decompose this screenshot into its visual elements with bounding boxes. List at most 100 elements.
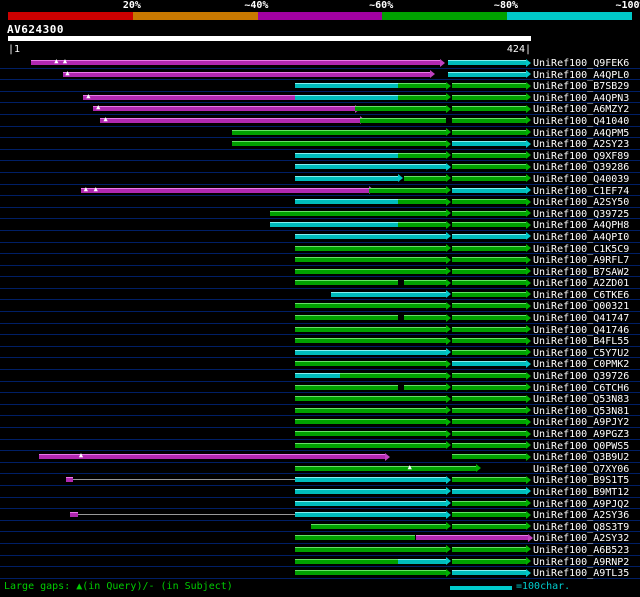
hit-label[interactable]: UniRef100_Q39726 xyxy=(533,371,629,382)
alignment-bar-segment[interactable] xyxy=(368,187,447,193)
alignment-bar-segment[interactable] xyxy=(398,222,447,228)
alignment-bar-segment[interactable] xyxy=(398,199,447,205)
hit-label[interactable]: UniRef100_A9RNP2 xyxy=(533,557,629,568)
hit-label[interactable]: UniRef100_A9TL35 xyxy=(533,568,629,579)
alignment-bar-segment[interactable] xyxy=(294,512,447,518)
alignment-bar-segment[interactable] xyxy=(452,454,527,460)
hit-label[interactable]: UniRef100_C1K5C9 xyxy=(533,244,629,255)
alignment-bar-segment[interactable] xyxy=(92,106,356,112)
alignment-bar-segment[interactable] xyxy=(452,175,527,181)
alignment-bar-segment[interactable] xyxy=(452,512,527,518)
hit-label[interactable]: UniRef100_Q00321 xyxy=(533,301,629,312)
alignment-bar-segment[interactable] xyxy=(452,546,527,552)
alignment-bar-segment[interactable] xyxy=(404,175,447,181)
hit-label[interactable]: UniRef100_Q39286 xyxy=(533,162,629,173)
alignment-bar-segment[interactable] xyxy=(452,303,527,309)
alignment-bar-segment[interactable] xyxy=(294,338,447,344)
hit-label[interactable]: UniRef100_B9MT12 xyxy=(533,487,629,498)
hit-label[interactable]: UniRef100_A9PJY2 xyxy=(533,417,629,428)
alignment-bar-segment[interactable] xyxy=(452,280,527,286)
alignment-bar-segment[interactable] xyxy=(294,535,416,541)
hit-label[interactable]: UniRef100_B7SAW2 xyxy=(533,267,629,278)
alignment-bar-segment[interactable] xyxy=(294,546,447,552)
alignment-bar-segment[interactable] xyxy=(360,117,447,123)
alignment-bar-segment[interactable] xyxy=(294,199,399,205)
alignment-bar-segment[interactable] xyxy=(38,454,385,460)
alignment-bar-segment[interactable] xyxy=(452,431,527,436)
hit-label[interactable]: UniRef100_Q53N83 xyxy=(533,394,629,405)
hit-label[interactable]: UniRef100_A6B523 xyxy=(533,545,629,556)
alignment-bar-segment[interactable] xyxy=(452,187,527,193)
alignment-bar-segment[interactable] xyxy=(355,106,447,112)
hit-label[interactable]: UniRef100_Q7XY06 xyxy=(533,464,629,475)
alignment-bar-segment[interactable] xyxy=(294,83,399,89)
alignment-bar-segment[interactable] xyxy=(452,361,527,367)
hit-label[interactable]: UniRef100_Q40039 xyxy=(533,174,629,185)
hit-label[interactable]: UniRef100_A2SY36 xyxy=(533,510,629,521)
alignment-bar-segment[interactable] xyxy=(452,570,527,576)
hit-label[interactable]: UniRef100_Q0PWS5 xyxy=(533,441,629,452)
hit-label[interactable]: UniRef100_A9RFL7 xyxy=(533,255,629,266)
hit-label[interactable]: UniRef100_A6MZY2 xyxy=(533,104,629,115)
alignment-bar-segment[interactable] xyxy=(452,129,527,135)
hit-label[interactable]: UniRef100_B7SB29 xyxy=(533,81,629,92)
hit-label[interactable]: UniRef100_A9PJQ2 xyxy=(533,499,629,510)
alignment-bar-segment[interactable] xyxy=(447,71,527,77)
hit-label[interactable]: UniRef100_Q9XF89 xyxy=(533,151,629,162)
hit-label[interactable]: UniRef100_Q8S3T9 xyxy=(533,522,629,533)
hit-label[interactable]: UniRef100_C1EF74 xyxy=(533,186,629,197)
alignment-bar-segment[interactable] xyxy=(294,373,341,379)
hit-label[interactable]: UniRef100_C6TKE6 xyxy=(533,290,629,301)
alignment-bar-segment[interactable] xyxy=(294,303,447,309)
alignment-bar-segment[interactable] xyxy=(232,129,447,135)
alignment-bar-segment[interactable] xyxy=(452,210,527,216)
alignment-bar-segment[interactable] xyxy=(452,199,527,205)
alignment-bar-segment[interactable] xyxy=(294,152,399,158)
alignment-bar-segment[interactable] xyxy=(65,477,74,483)
hit-label[interactable]: UniRef100_A4QPN3 xyxy=(533,93,629,104)
alignment-bar-segment[interactable] xyxy=(294,349,447,355)
alignment-bar-segment[interactable] xyxy=(452,373,527,379)
alignment-bar-segment[interactable] xyxy=(294,326,447,332)
alignment-bar-segment[interactable] xyxy=(447,60,527,65)
alignment-bar-segment[interactable] xyxy=(452,326,527,332)
hit-label[interactable]: UniRef100_A4QPM5 xyxy=(533,128,629,139)
alignment-bar-segment[interactable] xyxy=(294,500,447,506)
alignment-bar-segment[interactable] xyxy=(452,117,527,123)
alignment-bar-segment[interactable] xyxy=(452,419,527,425)
alignment-bar-segment[interactable] xyxy=(31,60,441,65)
alignment-bar-segment[interactable] xyxy=(452,164,527,170)
alignment-bar-segment[interactable] xyxy=(452,384,527,390)
alignment-bar-segment[interactable] xyxy=(452,407,527,413)
alignment-bar-segment[interactable] xyxy=(294,396,447,402)
hit-label[interactable]: UniRef100_A2SY23 xyxy=(533,139,629,150)
alignment-bar-segment[interactable] xyxy=(294,315,399,321)
alignment-bar-segment[interactable] xyxy=(404,280,447,286)
hit-label[interactable]: UniRef100_A2SY50 xyxy=(533,197,629,208)
alignment-bar-segment[interactable] xyxy=(452,488,527,494)
hit-label[interactable]: UniRef100_B4FL55 xyxy=(533,336,629,347)
alignment-bar-segment[interactable] xyxy=(294,442,447,448)
alignment-bar-segment[interactable] xyxy=(294,361,447,367)
alignment-bar-segment[interactable] xyxy=(80,187,369,193)
hit-label[interactable]: UniRef100_Q53N81 xyxy=(533,406,629,417)
alignment-bar-segment[interactable] xyxy=(294,94,399,100)
hit-label[interactable]: UniRef100_Q41040 xyxy=(533,116,629,127)
hit-label[interactable]: UniRef100_A2SY32 xyxy=(533,533,629,544)
alignment-bar-segment[interactable] xyxy=(294,431,447,436)
alignment-bar-segment[interactable] xyxy=(452,106,527,112)
alignment-bar-segment[interactable] xyxy=(294,477,447,483)
alignment-bar-segment[interactable] xyxy=(452,257,527,263)
hit-label[interactable]: UniRef100_A4QPI0 xyxy=(533,232,629,243)
hit-label[interactable]: UniRef100_C6TCH6 xyxy=(533,383,629,394)
alignment-bar-segment[interactable] xyxy=(294,488,447,494)
hit-label[interactable]: UniRef100_B9S1T5 xyxy=(533,475,629,486)
alignment-bar-segment[interactable] xyxy=(340,373,447,379)
alignment-bar-segment[interactable] xyxy=(452,477,527,483)
alignment-bar-segment[interactable] xyxy=(452,152,527,158)
alignment-bar-segment[interactable] xyxy=(452,442,527,448)
alignment-bar-segment[interactable] xyxy=(69,512,79,518)
alignment-bar-segment[interactable] xyxy=(294,558,399,564)
alignment-bar-segment[interactable] xyxy=(330,291,447,297)
alignment-bar-segment[interactable] xyxy=(398,152,447,158)
